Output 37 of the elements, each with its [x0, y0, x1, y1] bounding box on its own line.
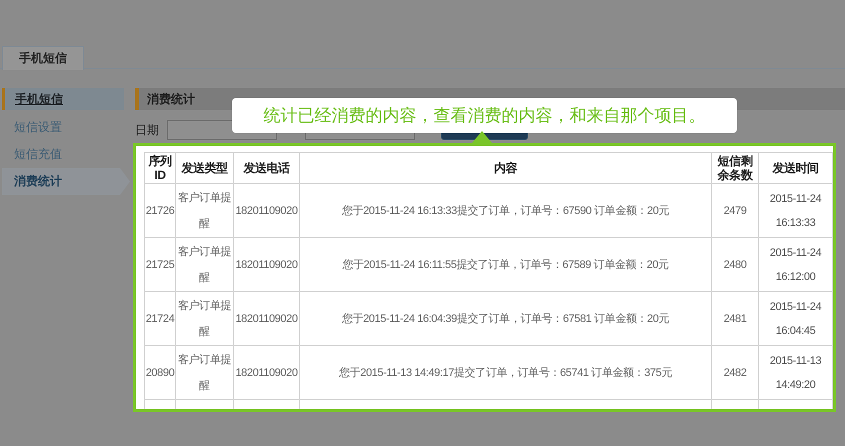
sidebar-item[interactable]: 短信充值 [2, 141, 124, 168]
table-cell: 2480 [712, 238, 758, 292]
table-cell: 2015-11-24 16:04:45 [758, 292, 832, 346]
table-cell: 2015-11-24 16:12:00 [758, 238, 832, 292]
column-header: 发送电话 [234, 152, 300, 184]
table-cell: 20890 [144, 346, 176, 400]
column-header: 内容 [300, 152, 712, 184]
table-cell: 21725 [144, 238, 176, 292]
sidebar-heading[interactable]: 手机短信 [2, 88, 124, 110]
table-cell: 客户订单提醒 [176, 238, 234, 292]
table-cell: 18201109020 [234, 346, 300, 400]
table-cell: 2015-11-13 14:49:20 [758, 346, 832, 400]
column-header: 序列ID [144, 152, 176, 184]
column-header: 发送时间 [758, 152, 832, 184]
table-cell: 2482 [712, 346, 758, 400]
table-cell: 您于2015-11-24 16:11:55提交了订单，订单号：67589 订单金额：20元 [300, 238, 712, 292]
table-cell: 2481 [712, 292, 758, 346]
table-cell: 客户订单提醒 [176, 346, 234, 400]
table-cell: 18201109020 [234, 184, 300, 238]
table-cell: 您于2015-11-24 16:13:33提交了订单，订单号：67590 订单金额：20元 [300, 184, 712, 238]
date-label: 日期 [135, 122, 159, 138]
table-cell: 客户订单提醒 [176, 184, 234, 238]
callout-tooltip: 统计已经消费的内容，查看消费的内容，和来自那个项目。 [232, 98, 737, 133]
table-cell: 您于2015-11-13 14:49:17提交了订单，订单号：65741 订单金额：375元 [300, 346, 712, 400]
column-header: 发送类型 [176, 152, 234, 184]
table-cell: 21726 [144, 184, 176, 238]
sidebar-item[interactable]: 消费统计 [2, 168, 130, 195]
sidebar-item[interactable]: 短信设置 [2, 114, 124, 141]
table-cell: 客户订单提醒 [176, 292, 234, 346]
table-cell: 2479 [712, 184, 758, 238]
table-cell: 2015-11-24 16:13:33 [758, 184, 832, 238]
table-cell: 您于2015-11-24 16:04:39提交了订单，订单号：67581 订单金额：20元 [300, 292, 712, 346]
tab[interactable]: 手机短信 [2, 46, 84, 70]
column-header: 短信剩余条数 [712, 152, 758, 184]
table-cell: 21724 [144, 292, 176, 346]
table-cell: 18201109020 [234, 238, 300, 292]
table-cell: 18201109020 [234, 292, 300, 346]
